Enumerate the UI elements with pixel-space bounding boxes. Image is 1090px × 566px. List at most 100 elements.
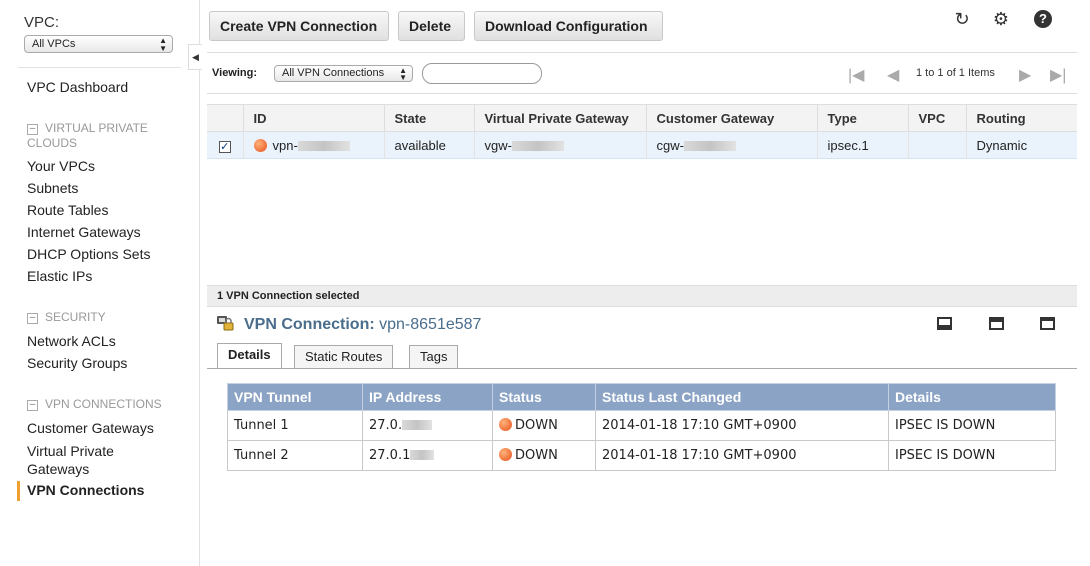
sidebar-item-dhcp-options[interactable]: DHCP Options Sets xyxy=(27,246,150,262)
sidebar-item-customer-gateways[interactable]: Customer Gateways xyxy=(27,420,154,436)
collapse-icon[interactable]: – xyxy=(27,400,38,411)
sidebar-item-elastic-ips[interactable]: Elastic IPs xyxy=(27,268,92,284)
column-header-status-last-changed: Status Last Changed xyxy=(595,383,889,411)
tunnel-status-cell: DOWN xyxy=(492,440,596,471)
prev-page-icon[interactable]: ◀ xyxy=(887,65,899,85)
vpn-tunnels-table: VPN Tunnel IP Address Status Status Last… xyxy=(227,383,1056,471)
status-down-icon xyxy=(499,418,512,431)
gear-icon[interactable]: ⚙ xyxy=(990,8,1012,30)
tunnel-status: DOWN xyxy=(515,418,558,433)
detail-title-label: VPN Connection: xyxy=(244,316,375,333)
select-column-header xyxy=(207,104,243,132)
first-page-icon[interactable]: |◀ xyxy=(848,65,864,85)
sidebar-item-network-acls[interactable]: Network ACLs xyxy=(27,333,116,349)
redacted-block xyxy=(297,140,350,151)
row-checkbox[interactable]: ✓ xyxy=(218,140,231,153)
search-input[interactable] xyxy=(422,63,542,84)
sidebar-section-title: VIRTUAL PRIVATE CLOUDS xyxy=(27,121,148,150)
table-header: ID State Virtual Private Gateway Custome… xyxy=(207,104,1077,132)
column-header-vgw[interactable]: Virtual Private Gateway xyxy=(473,104,646,132)
vpc-filter-label: VPC: xyxy=(24,14,60,31)
tunnel-ip: 27.0. xyxy=(369,418,403,433)
vpc-cell xyxy=(907,131,966,159)
viewing-select-value: All VPN Connections xyxy=(282,67,385,79)
column-header-details: Details xyxy=(888,383,1056,411)
tunnel-status-cell: DOWN xyxy=(492,410,596,441)
redacted-block xyxy=(402,420,433,430)
column-header-id[interactable]: ID xyxy=(242,104,384,132)
viewing-select[interactable]: All VPN Connections ▲ ▼ xyxy=(274,65,413,82)
pane-middle-icon[interactable] xyxy=(989,317,1004,330)
vgw-value: vgw- xyxy=(484,137,512,153)
tunnel-row: Tunnel 1 27.0. DOWN 2014-01-18 17:10 GMT… xyxy=(227,410,1056,441)
delete-button[interactable]: Delete xyxy=(398,11,465,41)
type-cell: ipsec.1 xyxy=(816,131,908,159)
sidebar-section-security[interactable]: – SECURITY xyxy=(27,310,106,325)
sidebar-item-subnets[interactable]: Subnets xyxy=(27,180,78,196)
vpn-connections-table: ID State Virtual Private Gateway Custome… xyxy=(207,104,1077,159)
collapse-icon[interactable]: – xyxy=(27,124,38,135)
sidebar-item-vpc-dashboard[interactable]: VPC Dashboard xyxy=(27,79,128,95)
tunnel-name: Tunnel 1 xyxy=(227,410,363,441)
column-header-routing[interactable]: Routing xyxy=(965,104,1077,132)
tunnel-name: Tunnel 2 xyxy=(227,440,363,471)
vpc-filter-value: All VPCs xyxy=(32,38,76,50)
cgw-value: cgw- xyxy=(656,137,684,153)
row-select-cell: ✓ xyxy=(207,131,243,159)
sidebar-section-vpn[interactable]: – VPN CONNECTIONS xyxy=(27,397,162,412)
create-vpn-connection-button[interactable]: Create VPN Connection xyxy=(209,11,389,41)
table-row[interactable]: ✓ vpn- available vgw- cgw- ipsec.1 Dynam… xyxy=(207,131,1077,159)
column-header-state[interactable]: State xyxy=(383,104,474,132)
active-indicator xyxy=(17,481,20,501)
tab-tags[interactable]: Tags xyxy=(409,345,459,368)
help-icon[interactable]: ? xyxy=(1034,10,1052,28)
tabs-divider xyxy=(207,368,1077,369)
pagination-text: 1 to 1 of 1 Items xyxy=(916,67,995,79)
tunnel-ip-cell: 27.0.1 xyxy=(362,440,493,471)
sidebar-section-title: SECURITY xyxy=(45,310,106,324)
sidebar-section-vpc[interactable]: – VIRTUAL PRIVATE CLOUDS xyxy=(27,121,199,151)
tunnel-status: DOWN xyxy=(515,448,558,463)
selection-status-bar[interactable]: 1 VPN Connection selected xyxy=(207,285,1077,307)
select-arrows-icon: ▲ ▼ xyxy=(159,36,167,53)
tunnel-row: Tunnel 2 27.0.1 DOWN 2014-01-18 17:10 GM… xyxy=(227,440,1056,471)
id-value: vpn- xyxy=(272,137,298,153)
tab-static-routes[interactable]: Static Routes xyxy=(294,345,394,368)
filter-bar: Viewing: All VPN Connections ▲ ▼ |◀ ◀ 1 t… xyxy=(207,52,1077,94)
sidebar-item-your-vpcs[interactable]: Your VPCs xyxy=(27,158,95,174)
column-header-cgw[interactable]: Customer Gateway xyxy=(645,104,817,132)
sidebar-item-virtual-private-gateways[interactable]: Virtual Private Gateways xyxy=(27,442,157,478)
tab-details[interactable]: Details xyxy=(217,343,282,368)
tunnel-changed: 2014-01-18 17:10 GMT+0900 xyxy=(595,410,889,441)
sidebar-item-internet-gateways[interactable]: Internet Gateways xyxy=(27,224,141,240)
download-configuration-button[interactable]: Download Configuration xyxy=(474,11,663,41)
pane-top-icon[interactable] xyxy=(1040,317,1055,330)
column-header-status: Status xyxy=(492,383,596,411)
sidebar: VPC: All VPCs ▲ ▼ VPC Dashboard – VIRTUAL … xyxy=(0,0,200,566)
tunnel-details: IPSEC IS DOWN xyxy=(888,440,1056,471)
vpc-filter-select[interactable]: All VPCs ▲ ▼ xyxy=(24,35,173,53)
sidebar-section-title: VPN CONNECTIONS xyxy=(45,397,162,411)
sidebar-item-route-tables[interactable]: Route Tables xyxy=(27,202,108,218)
detail-title-id: vpn-8651e587 xyxy=(379,316,482,333)
redacted-block xyxy=(511,140,564,151)
tunnel-ip-cell: 27.0. xyxy=(362,410,493,441)
column-header-vpn-tunnel: VPN Tunnel xyxy=(227,383,363,411)
sidebar-item-vpn-connections[interactable]: VPN Connections xyxy=(27,482,144,498)
next-page-icon[interactable]: ▶ xyxy=(1019,65,1031,85)
column-header-ip-address: IP Address xyxy=(362,383,493,411)
collapse-icon[interactable]: – xyxy=(27,313,38,324)
pane-bottom-icon[interactable] xyxy=(937,317,952,330)
vpn-lock-icon xyxy=(217,316,234,331)
last-page-icon[interactable]: ▶| xyxy=(1050,65,1066,85)
collapse-sidebar-icon[interactable]: ◀ xyxy=(188,44,202,70)
sidebar-item-security-groups[interactable]: Security Groups xyxy=(27,355,127,371)
status-down-icon xyxy=(499,448,512,461)
viewing-label: Viewing: xyxy=(212,67,258,79)
cgw-cell: cgw- xyxy=(645,131,817,159)
vgw-cell: vgw- xyxy=(473,131,646,159)
refresh-icon[interactable]: ↻ xyxy=(951,8,973,30)
column-header-vpc[interactable]: VPC xyxy=(907,104,966,132)
redacted-block xyxy=(683,140,736,151)
column-header-type[interactable]: Type xyxy=(816,104,908,132)
